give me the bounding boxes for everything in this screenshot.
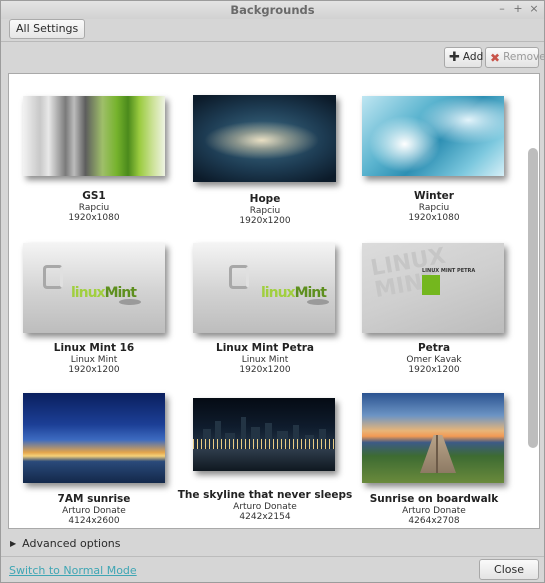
wallpaper-thumbnail-linux-mint-16[interactable]: linuxMint — [23, 243, 165, 333]
mint-wordmark-a: linux — [71, 285, 106, 301]
wallpaper-name: The skyline that never sleeps — [177, 489, 353, 501]
wallpaper-name: 7AM sunrise — [57, 493, 131, 505]
petra-label: LINUX MINT PETRA — [422, 268, 476, 274]
wallpaper-caption: The skyline that never sleeps Arturo Don… — [175, 489, 355, 522]
wallpaper-author: Arturo Donate — [62, 506, 126, 516]
wallpaper-caption: 7AM sunrise Arturo Donate 4124x2600 — [9, 493, 184, 526]
wallpaper-name: Hope — [249, 193, 281, 205]
petra-green-block — [422, 275, 440, 295]
wallpaper-author: Linux Mint — [241, 355, 289, 365]
wallpaper-thumbnail-7am-sunrise[interactable] — [23, 393, 165, 483]
wallpaper-caption: Linux Mint Petra Linux Mint 1920x1200 — [175, 342, 355, 375]
wallpaper-caption: Linux Mint 16 Linux Mint 1920x1200 — [9, 342, 184, 375]
add-button[interactable]: ✚ Add — [444, 47, 484, 68]
wallpaper-size: 1920x1080 — [408, 213, 460, 223]
wallpaper-author: Linux Mint — [70, 355, 118, 365]
wallpaper-name: Sunrise on boardwalk — [369, 493, 499, 505]
skyline-water — [193, 449, 335, 471]
wallpaper-gallery[interactable]: GS1 Rapciu 1920x1080 Hope Rapciu 1920x12… — [8, 73, 540, 529]
footer-divider — [1, 556, 544, 557]
wallpaper-author: Arturo Donate — [233, 502, 297, 512]
wallpaper-thumbnail-gs1[interactable] — [23, 96, 165, 176]
wallpaper-caption: Hope Rapciu 1920x1200 — [175, 193, 355, 226]
all-settings-button[interactable]: All Settings — [9, 19, 86, 39]
boardwalk-rail — [436, 435, 438, 473]
wallpaper-thumbnail-linux-mint-petra[interactable]: linuxMint — [193, 243, 335, 333]
wallpaper-caption: GS1 Rapciu 1920x1080 — [9, 190, 184, 223]
boardwalk-shape — [420, 435, 456, 473]
mint-logo-icon — [43, 265, 63, 289]
advanced-options-expander[interactable]: ▶ Advanced options — [10, 537, 121, 550]
close-window-icon[interactable]: × — [528, 3, 540, 15]
expander-arrow-icon: ▶ — [10, 539, 17, 548]
wallpaper-thumbnail-hope[interactable] — [193, 95, 336, 182]
wallpaper-author: Omer Kavak — [406, 355, 462, 365]
title-bar[interactable]: Backgrounds – + × — [1, 1, 544, 19]
wallpaper-size: 1920x1080 — [68, 213, 120, 223]
wallpaper-size: 4242x2154 — [239, 512, 291, 522]
wallpaper-thumbnail-skyline[interactable] — [193, 398, 335, 471]
wallpaper-size: 1920x1200 — [239, 216, 291, 226]
wallpaper-caption: Winter Rapciu 1920x1080 — [344, 190, 524, 223]
remove-label: Remove — [503, 51, 545, 63]
wallpaper-name: Linux Mint Petra — [216, 342, 314, 354]
mint-disc-icon — [119, 299, 141, 305]
wallpaper-size: 1920x1200 — [68, 365, 120, 375]
wallpaper-author: Rapciu — [78, 203, 110, 213]
wallpaper-size: 1920x1200 — [408, 365, 460, 375]
wallpaper-size: 4124x2600 — [68, 516, 120, 526]
plus-icon: ✚ — [449, 50, 460, 65]
maximize-icon[interactable]: + — [512, 3, 524, 15]
wallpaper-name: Linux Mint 16 — [53, 342, 135, 354]
advanced-options-label: Advanced options — [22, 537, 121, 550]
wallpaper-name: Winter — [414, 190, 454, 202]
switch-to-normal-mode-link[interactable]: Switch to Normal Mode — [9, 564, 137, 577]
wallpaper-author: Rapciu — [418, 203, 450, 213]
backgrounds-window: Backgrounds – + × All Settings ✚ Add ✖ R… — [0, 0, 545, 583]
wallpaper-caption: Sunrise on boardwalk Arturo Donate 4264x… — [344, 493, 524, 526]
wallpaper-size: 4264x2708 — [408, 516, 460, 526]
remove-icon: ✖ — [490, 50, 501, 65]
minimize-icon[interactable]: – — [496, 3, 508, 15]
wallpaper-caption: Petra Omer Kavak 1920x1200 — [344, 342, 524, 375]
close-button[interactable]: Close — [479, 559, 539, 580]
wallpaper-author: Rapciu — [249, 206, 281, 216]
gallery-scrollbar[interactable] — [528, 148, 538, 448]
wallpaper-name: GS1 — [82, 190, 106, 202]
wallpaper-thumbnail-sunrise-boardwalk[interactable] — [362, 393, 504, 483]
wallpaper-thumbnail-winter[interactable] — [362, 96, 504, 176]
mint-wordmark-a: linux — [261, 285, 296, 301]
wallpaper-author: Arturo Donate — [402, 506, 466, 516]
wallpaper-size: 1920x1200 — [239, 365, 291, 375]
mint-disc-icon — [307, 299, 329, 305]
wallpaper-name: Petra — [417, 342, 451, 354]
add-label: Add — [462, 51, 484, 63]
header-divider — [1, 41, 544, 42]
remove-button[interactable]: ✖ Remove — [485, 47, 545, 68]
wallpaper-thumbnail-petra[interactable]: LINUX MINT LINUX MINT PETRA — [362, 243, 504, 333]
mint-logo-icon — [229, 265, 249, 289]
window-title: Backgrounds — [230, 3, 315, 17]
